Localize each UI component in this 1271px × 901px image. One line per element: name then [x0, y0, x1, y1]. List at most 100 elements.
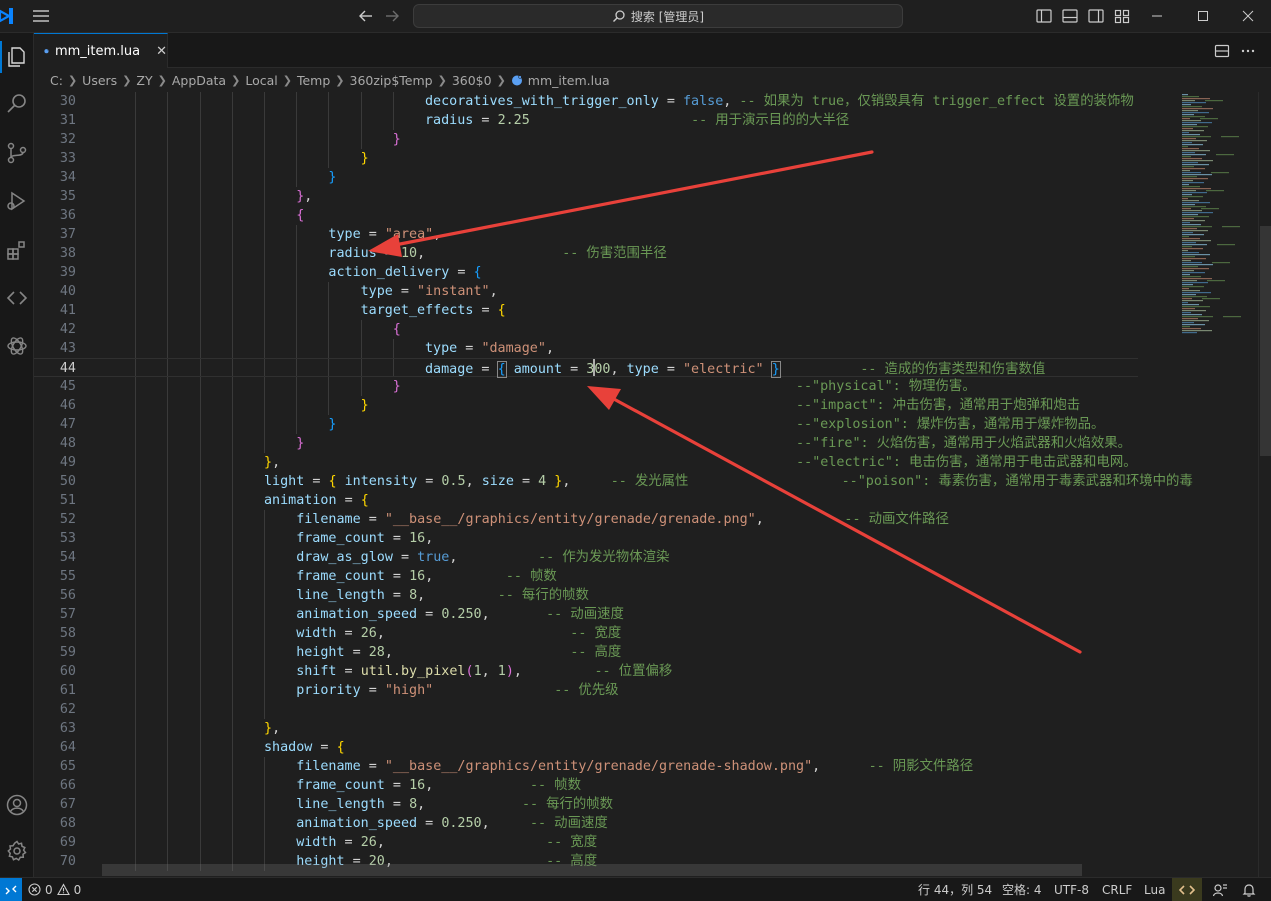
remote-indicator-button[interactable] [0, 878, 22, 901]
source-control-icon[interactable] [0, 133, 34, 173]
code-line[interactable]: 51 animation = { [34, 491, 1138, 510]
close-tab-icon[interactable]: ✕ [156, 44, 167, 59]
code-line[interactable]: 56 line_length = 8, -- 每行的帧数 [34, 586, 1138, 605]
menu-icon[interactable] [30, 6, 52, 26]
code-line[interactable]: 64 shadow = { [34, 738, 1138, 757]
code-line[interactable]: 32} [34, 130, 1138, 149]
horizontal-scrollbar-thumb[interactable] [102, 864, 1082, 876]
extensions-icon[interactable] [0, 230, 34, 270]
code-line[interactable]: 41 target_effects = { [34, 301, 1138, 320]
breadcrumb-item[interactable]: Local [245, 73, 277, 88]
command-center-search[interactable]: 搜索 [管理员] [413, 4, 903, 28]
code-line[interactable]: 53 frame_count = 16, [34, 529, 1138, 548]
breadcrumb-item[interactable]: C: [50, 73, 63, 88]
notifications-bell-icon[interactable] [1242, 878, 1256, 901]
vertical-scrollbar[interactable] [1258, 92, 1271, 877]
code-lines[interactable]: 30 decoratives_with_trigger_only = false,… [34, 92, 1193, 877]
back-arrow-icon[interactable] [356, 6, 376, 26]
remote-explorer-icon[interactable] [0, 278, 34, 318]
breadcrumb-item[interactable]: mm_item.lua [528, 73, 610, 88]
code-line[interactable]: 69 width = 26, -- 宽度 [34, 833, 1138, 852]
code-line[interactable]: 67 line_length = 8, -- 每行的帧数 [34, 795, 1138, 814]
code-line[interactable]: 54 draw_as_glow = true, -- 作为发光物体渲染 [34, 548, 1138, 567]
explorer-icon[interactable] [0, 37, 34, 77]
minimap-line [1182, 264, 1213, 266]
feedback-icon[interactable] [1212, 878, 1228, 901]
vertical-scrollbar-thumb[interactable] [1260, 226, 1271, 456]
breadcrumb-item[interactable]: ZY [136, 73, 152, 88]
more-actions-icon[interactable] [1238, 41, 1258, 61]
breadcrumb-item[interactable]: Users [82, 73, 117, 88]
breadcrumb-item[interactable]: Temp [297, 73, 330, 88]
code-line[interactable]: 58 width = 26, -- 宽度 [34, 624, 1138, 643]
code-line[interactable]: 68 animation_speed = 0.250, -- 动画速度 [34, 814, 1138, 833]
code-line[interactable]: 59 height = 28, -- 高度 [34, 643, 1138, 662]
search-icon[interactable] [0, 84, 34, 124]
toggle-panel-icon[interactable] [1060, 6, 1080, 26]
code-line[interactable]: 55 frame_count = 16, -- 帧数 [34, 567, 1138, 586]
toggle-primary-sidebar-icon[interactable] [1034, 6, 1054, 26]
code-line[interactable]: 42 { [34, 320, 1138, 339]
language-mode[interactable]: Lua [1144, 878, 1165, 901]
code-line[interactable]: 38 radius = 10, -- 伤害范围半径 [34, 244, 1138, 263]
accounts-icon[interactable] [0, 785, 34, 825]
breadcrumb-item[interactable]: 360$0 [452, 73, 492, 88]
code-line[interactable]: 31 radius = 2.25 -- 用于演示目的的大半径 [34, 111, 1138, 130]
line-number: 54 [59, 550, 76, 565]
code-editor[interactable]: 30 decoratives_with_trigger_only = false,… [34, 92, 1271, 877]
line-number: 44 [59, 361, 76, 376]
tab-mm-item-lua[interactable]: mm_item.lua ✕ [34, 33, 168, 68]
code-line[interactable]: 45} --"physical": 物理伤害。 [34, 377, 1138, 396]
code-line[interactable]: 33} [34, 149, 1138, 168]
code-line[interactable]: 60 shift = util.by_pixel(1, 1), -- 位置偏移 [34, 662, 1138, 681]
code-token: { [336, 740, 345, 755]
code-line[interactable]: 35}, [34, 187, 1138, 206]
code-line[interactable]: 43 type = "damage", [34, 339, 1138, 358]
eol-setting[interactable]: CRLF [1102, 878, 1132, 901]
minimap-line [1182, 120, 1201, 122]
minimap-line [1182, 108, 1213, 110]
breadcrumb-item[interactable]: 360zip$Temp [350, 73, 433, 88]
problems-indicator[interactable]: 0 0 [28, 878, 81, 901]
run-debug-icon[interactable] [0, 181, 34, 221]
breadcrumb-item[interactable]: AppData [172, 73, 226, 88]
code-line[interactable]: 36 { [34, 206, 1138, 225]
code-line[interactable]: 49}, --"electric": 电击伤害，通常用于电击武器和电网。 [34, 453, 1138, 472]
close-window-button[interactable] [1225, 0, 1271, 32]
copilot-status-icon[interactable] [1172, 878, 1202, 901]
code-line[interactable]: 61 priority = "high" -- 优先级 [34, 681, 1138, 700]
code-line[interactable]: 40 type = "instant", [34, 282, 1138, 301]
code-line[interactable]: 57 animation_speed = 0.250, -- 动画速度 [34, 605, 1138, 624]
split-editor-icon[interactable] [1212, 41, 1232, 61]
minimap-line [1182, 194, 1192, 196]
vscode-logo-icon[interactable] [0, 6, 14, 26]
code-token: , [417, 246, 563, 261]
forward-arrow-icon[interactable] [382, 6, 402, 26]
minimize-window-button[interactable] [1134, 0, 1180, 32]
code-line[interactable]: 46} --"impact": 冲击伤害，通常用于炮弹和炮击 [34, 396, 1138, 415]
code-line[interactable]: 48} --"fire": 火焰伤害，通常用于火焰武器和火焰效果。 [34, 434, 1138, 453]
toggle-secondary-sidebar-icon[interactable] [1086, 6, 1106, 26]
cursor-position[interactable]: 行 44，列 54 [918, 878, 992, 901]
indentation-setting[interactable]: 空格: 4 [1002, 878, 1042, 901]
code-line[interactable]: 37 type = "area", [34, 225, 1138, 244]
ai-chat-icon[interactable] [0, 326, 34, 366]
code-token: { [496, 361, 507, 378]
code-line[interactable]: 50 light = { intensity = 0.5, size = 4 },… [34, 472, 1193, 491]
code-line[interactable]: 63}, [34, 719, 1138, 738]
minimap[interactable] [1138, 92, 1258, 877]
code-line[interactable]: 47} --"explosion": 爆炸伤害，通常用于爆炸物品。 [34, 415, 1138, 434]
code-line[interactable]: 44 damage = { amount = 300, type = "elect… [34, 358, 1138, 378]
code-line[interactable]: 30 decoratives_with_trigger_only = false,… [34, 92, 1138, 111]
code-line[interactable]: 39 action_delivery = { [34, 263, 1138, 282]
encoding-setting[interactable]: UTF-8 [1054, 878, 1089, 901]
code-line[interactable]: 66 frame_count = 16, -- 帧数 [34, 776, 1138, 795]
maximize-window-button[interactable] [1180, 0, 1226, 32]
settings-gear-icon[interactable] [0, 831, 34, 871]
minimap-line [1182, 294, 1196, 296]
customize-layout-icon[interactable] [1112, 6, 1132, 26]
code-line[interactable]: 62 [34, 700, 1138, 719]
code-line[interactable]: 52 filename = "__base__/graphics/entity/g… [34, 510, 1138, 529]
code-line[interactable]: 34} [34, 168, 1138, 187]
code-line[interactable]: 65 filename = "__base__/graphics/entity/g… [34, 757, 1138, 776]
